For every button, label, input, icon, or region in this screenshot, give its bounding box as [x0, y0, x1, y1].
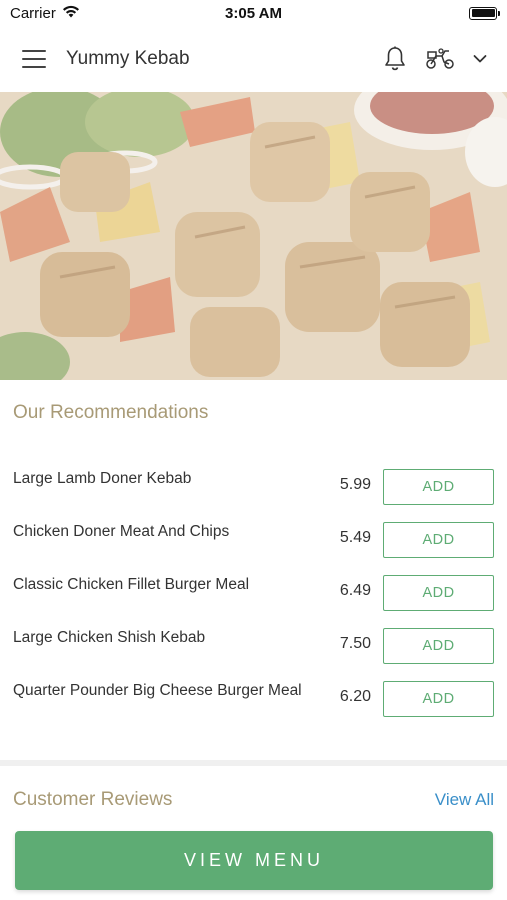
item-name: Large Chicken Shish Kebab: [13, 629, 206, 646]
battery-fill: [471, 9, 495, 17]
item-price: 5.99: [339, 476, 371, 493]
wifi-icon: [62, 5, 80, 22]
section-divider: [0, 760, 507, 766]
delivery-scooter-icon[interactable]: [425, 48, 455, 70]
list-item: Chicken Doner Meat And Chips 5.49 ADD: [0, 515, 507, 559]
add-button[interactable]: ADD: [383, 681, 494, 717]
view-all-link[interactable]: View All: [435, 790, 494, 810]
list-item: Quarter Pounder Big Cheese Burger Meal 6…: [0, 674, 507, 718]
header-actions: [383, 46, 487, 72]
item-name: Large Lamb Doner Kebab: [13, 470, 192, 487]
status-bar: Carrier 3:05 AM: [0, 0, 507, 26]
item-price: 5.49: [339, 529, 371, 546]
item-price: 7.50: [339, 635, 371, 652]
reviews-title: Customer Reviews: [13, 789, 173, 810]
app-header: Yummy Kebab: [0, 26, 507, 92]
list-item: Large Lamb Doner Kebab 5.99 ADD: [0, 462, 507, 506]
add-button[interactable]: ADD: [383, 628, 494, 664]
item-price: 6.20: [339, 688, 371, 705]
add-button[interactable]: ADD: [383, 469, 494, 505]
item-name: Chicken Doner Meat And Chips: [13, 523, 230, 540]
menu-icon[interactable]: [22, 50, 46, 68]
item-name: Classic Chicken Fillet Burger Meal: [13, 576, 250, 593]
add-button[interactable]: ADD: [383, 575, 494, 611]
hero-image: [0, 92, 507, 380]
battery-icon: [469, 6, 500, 20]
carrier-label: Carrier: [10, 4, 56, 22]
page-title: Yummy Kebab: [66, 48, 190, 69]
bell-icon[interactable]: [383, 46, 407, 72]
item-price: 6.49: [339, 582, 371, 599]
recommendations-title: Our Recommendations: [13, 402, 209, 423]
add-button[interactable]: ADD: [383, 522, 494, 558]
view-menu-button[interactable]: VIEW MENU: [15, 831, 493, 890]
item-name: Quarter Pounder Big Cheese Burger Meal: [13, 682, 302, 699]
list-item: Classic Chicken Fillet Burger Meal 6.49 …: [0, 568, 507, 612]
chevron-down-icon[interactable]: [473, 54, 487, 64]
status-left: Carrier: [10, 5, 80, 22]
list-item: Large Chicken Shish Kebab 7.50 ADD: [0, 621, 507, 665]
